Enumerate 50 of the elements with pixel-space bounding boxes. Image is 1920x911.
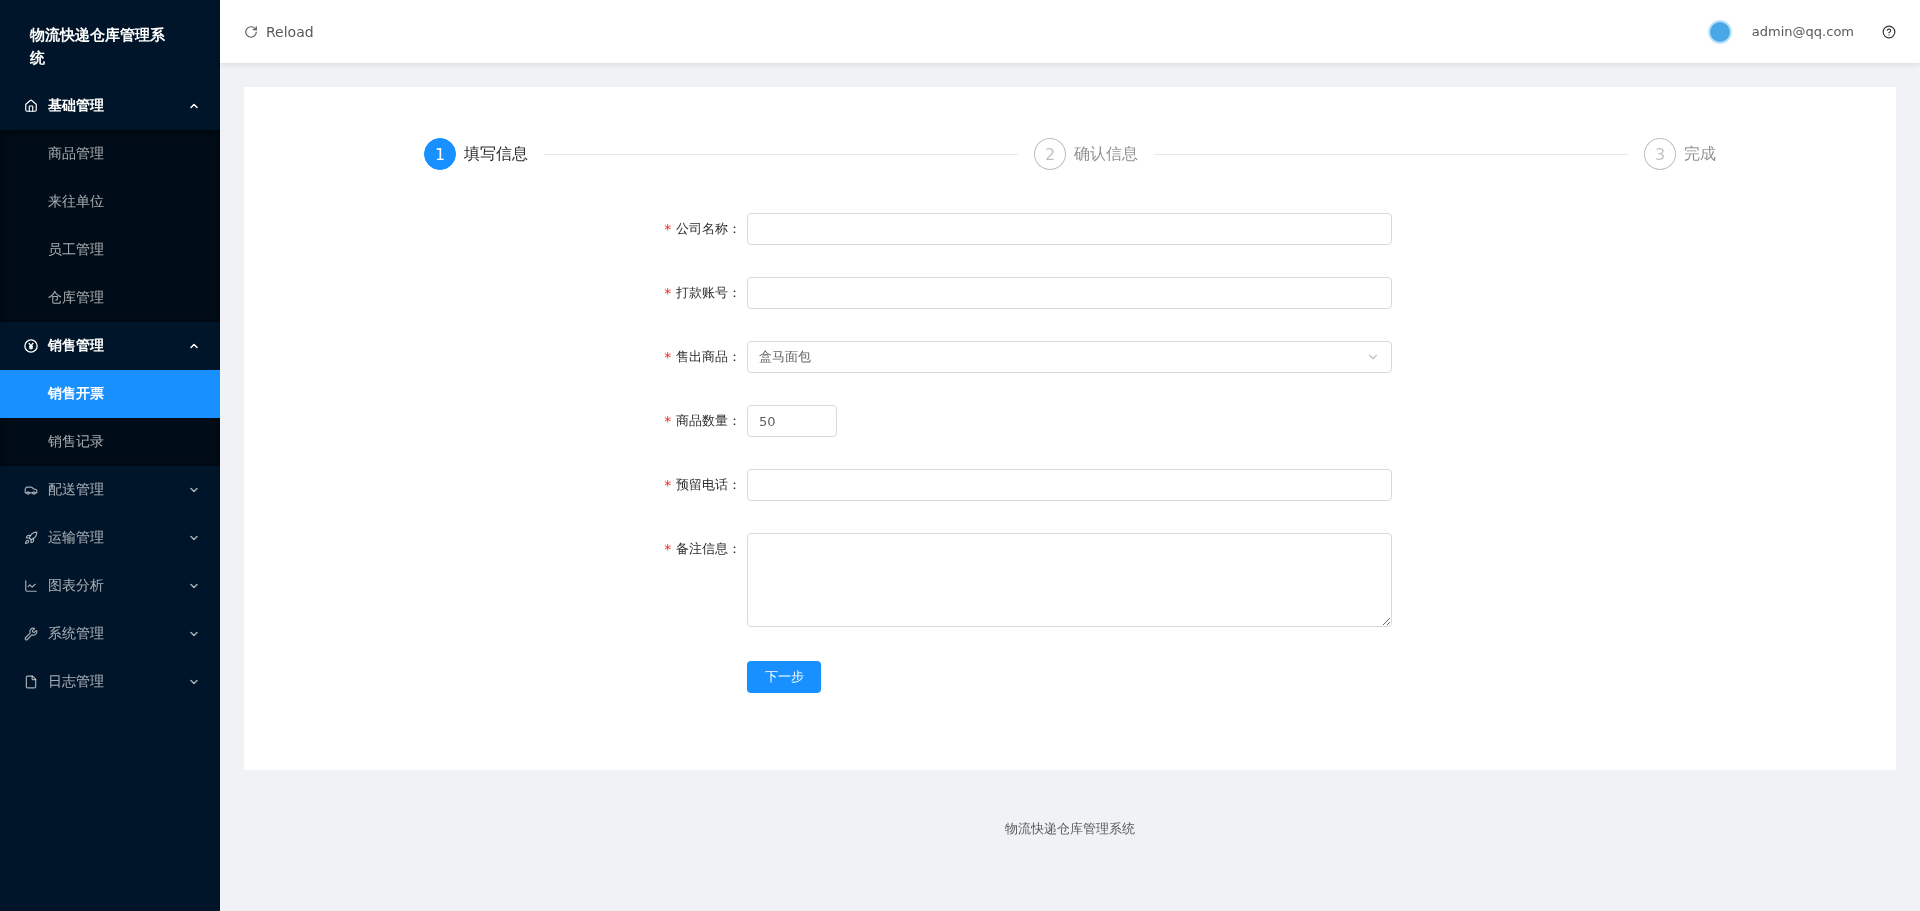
file-icon <box>24 675 38 689</box>
step-label: 填写信息 <box>464 143 528 165</box>
menu-group[interactable]: 系统管理 <box>0 610 220 658</box>
text-field[interactable] <box>747 277 1392 309</box>
footer-text: 物流快递仓库管理系统 <box>1004 820 1136 838</box>
menu-group[interactable]: 图表分析 <box>0 562 220 610</box>
required-mark: * <box>663 413 672 429</box>
product-select[interactable]: 盒马面包 <box>747 341 1392 373</box>
line-chart-icon <box>24 579 38 593</box>
required-mark: * <box>663 349 672 365</box>
field-label: 预留电话： <box>676 476 741 494</box>
text-field[interactable] <box>747 213 1392 245</box>
help-icon[interactable] <box>1882 24 1896 39</box>
textarea-field[interactable] <box>747 533 1392 627</box>
menu-item[interactable]: 员工管理 <box>0 226 220 274</box>
required-mark: * <box>663 285 672 301</box>
text-field[interactable] <box>747 469 1392 501</box>
field-label: 备注信息： <box>676 540 741 558</box>
menu-item[interactable]: 商品管理 <box>0 130 220 178</box>
step-number: 1 <box>424 138 456 170</box>
menu-group[interactable]: 日志管理 <box>0 658 220 706</box>
menu-item[interactable]: 销售记录 <box>0 418 220 466</box>
required-mark: * <box>663 221 672 237</box>
step-number: 3 <box>1644 138 1676 170</box>
rocket-icon <box>24 531 38 545</box>
car-icon <box>24 483 38 497</box>
required-mark: * <box>663 541 672 557</box>
menu-group[interactable]: 基础管理 <box>0 82 220 130</box>
step-label: 完成 <box>1684 143 1716 165</box>
menu-item[interactable]: 来往单位 <box>0 178 220 226</box>
field-label: 商品数量： <box>676 412 741 430</box>
reload-link[interactable]: Reload <box>266 23 314 40</box>
yen-circle-icon <box>24 339 38 353</box>
avatar[interactable] <box>1707 19 1732 44</box>
number-field[interactable]: 50 <box>747 405 837 437</box>
app-title: 物流快递仓库管理系统 <box>28 25 166 69</box>
wrench-icon <box>24 627 38 641</box>
menu-group[interactable]: 运输管理 <box>0 514 220 562</box>
user-email[interactable]: admin@qq.com <box>1751 24 1854 39</box>
field-label: 打款账号： <box>676 284 741 302</box>
step-label: 确认信息 <box>1074 143 1138 165</box>
field-label: 售出商品： <box>676 348 741 366</box>
field-label: 公司名称： <box>676 220 741 238</box>
menu-item[interactable]: 仓库管理 <box>0 274 220 322</box>
required-mark: * <box>663 477 672 493</box>
step-number: 2 <box>1034 138 1066 170</box>
menu-group[interactable]: 配送管理 <box>0 466 220 514</box>
menu-group[interactable]: 销售管理 <box>0 322 220 370</box>
reload-icon[interactable] <box>244 24 258 39</box>
house-icon <box>24 99 38 113</box>
